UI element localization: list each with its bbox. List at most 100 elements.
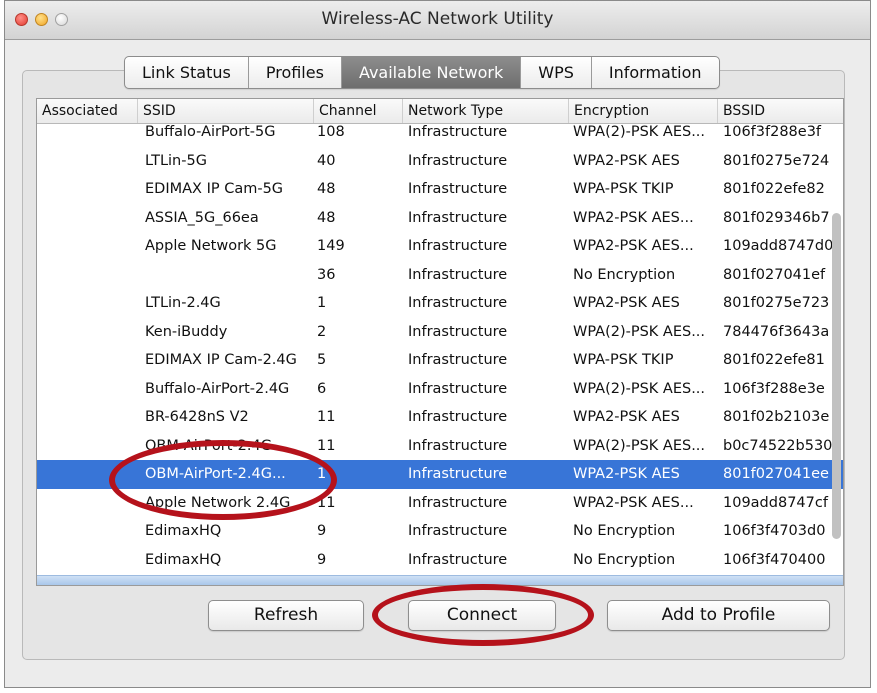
cell-ssid: OBM-AirPort-2.4G... <box>145 466 286 482</box>
column-header-encryption[interactable]: Encryption <box>568 99 717 123</box>
table-row[interactable]: ASSIA_5G_66ea 48 Infrastructure WPA2-PSK AE… <box>37 204 843 233</box>
table-row[interactable]: 36 Infrastructure No Encryption 801f027041e… <box>37 261 843 290</box>
cell-encryption: WPA2-PSK AES <box>573 466 680 482</box>
cell-network-type: Infrastructure <box>408 523 508 539</box>
cell-encryption: No Encryption <box>573 523 676 539</box>
cell-channel: 48 <box>317 181 336 197</box>
cell-ssid: EDIMAX IP Cam-5G <box>145 181 284 197</box>
cell-ssid: EdimaxHQ <box>145 551 222 568</box>
table-row[interactable]: OBM-AirPort-2.4G... 1 Infrastructure WPA2-P… <box>37 460 843 489</box>
table-row[interactable]: LTLin-2.4G 1 Infrastructure WPA2-PSK AES 801… <box>37 289 843 318</box>
cell-bssid: 106f3f288e3e <box>723 380 825 397</box>
cell-network-type: Infrastructure <box>408 494 508 511</box>
cell-bssid: 801f027041ee <box>723 466 829 482</box>
cell-encryption: WPA-PSK TKIP <box>573 352 674 368</box>
cell-ssid: Apple Network 2.4G <box>145 494 291 511</box>
connect-button[interactable]: Connect <box>408 600 556 631</box>
table-row[interactable]: Apple Network 5G 149 Infrastructure WPA2-PS… <box>37 232 843 261</box>
cell-channel: 1 <box>317 466 327 482</box>
table-row[interactable]: Buffalo-AirPort-2.4G 6 Infrastructure WPA(2… <box>37 375 843 404</box>
cell-channel: 5 <box>317 352 327 368</box>
add-to-profile-button[interactable]: Add to Profile <box>607 600 830 631</box>
cell-network-type: Infrastructure <box>408 380 508 397</box>
cell-network-type: Infrastructure <box>408 124 508 140</box>
table-row[interactable]: Buffalo-AirPort-5G 108 Infrastructure WPA(2… <box>37 123 843 147</box>
tab-available-network[interactable]: Available Network <box>340 57 521 88</box>
cell-bssid: 106f3f288e3f <box>723 124 822 140</box>
cell-encryption: WPA(2)-PSK AES... <box>573 124 706 140</box>
cell-encryption: WPA(2)-PSK AES... <box>573 380 706 397</box>
table-header: Associated SSID Channel Network Type Enc… <box>37 99 843 124</box>
cell-bssid: 109add8747d0 <box>723 238 834 254</box>
table-row[interactable]: Ken-iBuddy 2 Infrastructure WPA(2)-PSK AES.… <box>37 318 843 347</box>
column-header-network-type[interactable]: Network Type <box>402 99 568 123</box>
cell-bssid: 801f02b2103e <box>723 409 830 425</box>
cell-encryption: WPA(2)-PSK AES... <box>573 323 706 340</box>
cell-ssid: BR-6428nS V2 <box>145 409 249 425</box>
window-title: Wireless-AC Network Utility <box>321 9 554 29</box>
column-header-ssid[interactable]: SSID <box>137 99 313 123</box>
cell-encryption: WPA2-PSK AES... <box>573 238 694 254</box>
cell-network-type: Infrastructure <box>408 238 508 254</box>
column-header-bssid[interactable]: BSSID <box>717 99 843 123</box>
tab-bar: Link Status Profiles Available Network W… <box>124 56 720 89</box>
cell-encryption: No Encryption <box>573 266 676 283</box>
cell-channel: 11 <box>317 437 336 454</box>
cell-channel: 11 <box>317 409 336 425</box>
cell-network-type: Infrastructure <box>408 295 508 311</box>
table-row[interactable]: Apple Network 2.4G 11 Infrastructure WPA2-P… <box>37 489 843 518</box>
refresh-button[interactable]: Refresh <box>208 600 364 631</box>
cell-network-type: Infrastructure <box>408 181 508 197</box>
cell-encryption: WPA2-PSK AES <box>573 152 680 169</box>
cell-channel: 9 <box>317 551 327 568</box>
table-row[interactable]: EdimaxHQ 9 Infrastructure No Encryption 106f… <box>37 546 843 575</box>
table-row[interactable]: EDIMAX IP Cam-2.4G 5 Infrastructure WPA-PSK… <box>37 346 843 375</box>
cell-channel: 108 <box>317 124 345 140</box>
cell-network-type: Infrastructure <box>408 352 508 368</box>
cell-channel: 36 <box>317 266 336 283</box>
cell-bssid: 801f027041ef <box>723 266 826 283</box>
cell-bssid: 801f0275e723 <box>723 295 830 311</box>
cell-network-type: Infrastructure <box>408 409 508 425</box>
cell-encryption: WPA(2)-PSK AES... <box>573 437 706 454</box>
table-row[interactable]: EDIMAX IP Cam-5G 48 Infrastructure WPA-PSK … <box>37 175 843 204</box>
table-bottom-edge <box>37 575 843 585</box>
column-header-channel[interactable]: Channel <box>313 99 402 123</box>
tab-profiles[interactable]: Profiles <box>247 57 341 88</box>
cell-channel: 1 <box>317 295 327 311</box>
cell-channel: 2 <box>317 323 327 340</box>
cell-ssid: LTLin-5G <box>145 152 207 169</box>
cell-bssid: 784476f3643a <box>723 323 830 340</box>
cell-bssid: 109add8747cf <box>723 494 828 511</box>
vertical-scrollbar[interactable] <box>832 213 841 539</box>
cell-encryption: WPA2-PSK AES... <box>573 494 694 511</box>
tab-information[interactable]: Information <box>590 57 719 88</box>
cell-channel: 149 <box>317 238 345 254</box>
cell-network-type: Infrastructure <box>408 152 508 169</box>
cell-bssid: 801f022efe82 <box>723 181 825 197</box>
cell-ssid: Buffalo-AirPort-5G <box>145 124 276 140</box>
tab-wps[interactable]: WPS <box>520 57 591 88</box>
cell-channel: 48 <box>317 209 336 226</box>
table-row[interactable]: OBM-AirPort-2.4G 11 Infrastructure WPA(2)-P… <box>37 432 843 461</box>
cell-network-type: Infrastructure <box>408 209 508 226</box>
cell-bssid: b0c74522b530 <box>723 437 833 454</box>
cell-ssid: LTLin-2.4G <box>145 295 221 311</box>
cell-encryption: No Encryption <box>573 551 676 568</box>
cell-encryption: WPA2-PSK AES <box>573 409 680 425</box>
title-bar[interactable]: Wireless-AC Network Utility <box>5 1 870 40</box>
table-row[interactable]: BR-6428nS V2 11 Infrastructure WPA2-PSK AES… <box>37 403 843 432</box>
cell-ssid: EDIMAX IP Cam-2.4G <box>145 352 297 368</box>
cell-network-type: Infrastructure <box>408 323 508 340</box>
cell-encryption: WPA2-PSK AES <box>573 295 680 311</box>
table-rows: Buffalo-AirPort-5G 108 Infrastructure WPA(2… <box>37 123 843 574</box>
column-header-associated[interactable]: Associated <box>37 99 137 123</box>
table-row[interactable]: EdimaxHQ 9 Infrastructure No Encryption 106f… <box>37 517 843 546</box>
cell-bssid: 106f3f470400 <box>723 551 826 568</box>
cell-encryption: WPA2-PSK AES... <box>573 209 694 226</box>
tab-link-status[interactable]: Link Status <box>125 57 248 88</box>
cell-ssid: Buffalo-AirPort-2.4G <box>145 380 290 397</box>
cell-network-type: Infrastructure <box>408 551 508 568</box>
table-row[interactable]: LTLin-5G 40 Infrastructure WPA2-PSK AES 801f… <box>37 147 843 176</box>
cell-bssid: 801f029346b7 <box>723 209 830 226</box>
